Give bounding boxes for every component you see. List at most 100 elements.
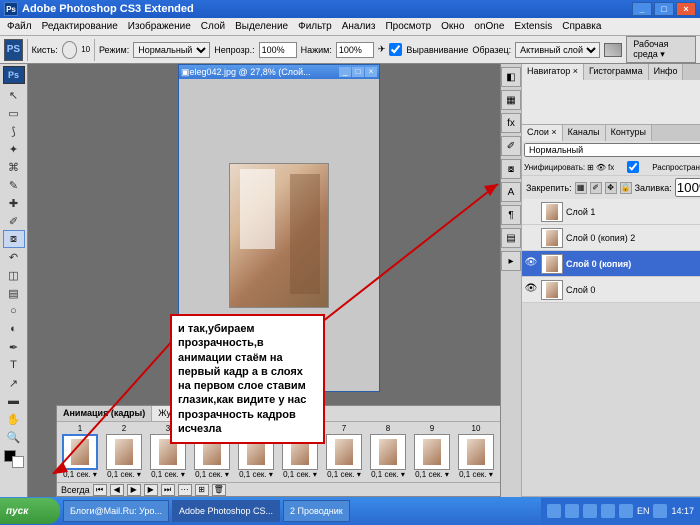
lasso-tool[interactable]: ⟆ bbox=[3, 122, 25, 140]
menu-window[interactable]: Окно bbox=[436, 19, 469, 34]
layer-blend-select[interactable]: Нормальный bbox=[524, 143, 700, 157]
dodge-tool[interactable]: ◐ bbox=[3, 320, 25, 338]
visibility-toggle[interactable] bbox=[524, 205, 538, 219]
pen-tool[interactable]: ✒ bbox=[3, 338, 25, 356]
marquee-tool[interactable]: ▭ bbox=[3, 104, 25, 122]
clone-source-icon[interactable]: ⧇ bbox=[501, 159, 521, 179]
eyedropper-tool[interactable]: ✎ bbox=[3, 176, 25, 194]
maximize-button[interactable]: □ bbox=[654, 2, 674, 16]
styles-panel-icon[interactable]: fx bbox=[501, 113, 521, 133]
first-frame-button[interactable]: ⏮ bbox=[93, 484, 107, 496]
new-frame-button[interactable]: ⊞ bbox=[195, 484, 209, 496]
next-frame-button[interactable]: ▶ bbox=[144, 484, 158, 496]
lock-all-icon[interactable]: 🔒 bbox=[620, 182, 632, 194]
airbrush-icon[interactable]: ✈ bbox=[378, 44, 386, 55]
wand-tool[interactable]: ✦ bbox=[3, 140, 25, 158]
workspace-button[interactable]: Рабочая среда ▾ bbox=[626, 36, 696, 63]
menu-file[interactable]: Файл bbox=[2, 19, 37, 34]
stamp-tool[interactable]: ⧇ bbox=[3, 230, 25, 248]
eraser-tool[interactable]: ◫ bbox=[3, 266, 25, 284]
paragraph-panel-icon[interactable]: ¶ bbox=[501, 205, 521, 225]
menu-image[interactable]: Изображение bbox=[123, 19, 196, 34]
tray-icon[interactable] bbox=[547, 504, 561, 518]
tab-layers[interactable]: Слои × bbox=[522, 125, 563, 141]
language-indicator[interactable]: EN bbox=[637, 506, 650, 516]
tray-icon[interactable] bbox=[601, 504, 615, 518]
animation-frame[interactable]: 70,1 сек. ▾ bbox=[323, 424, 365, 480]
menu-select[interactable]: Выделение bbox=[230, 19, 293, 34]
tray-icon[interactable] bbox=[619, 504, 633, 518]
menu-filter[interactable]: Фильтр bbox=[293, 19, 337, 34]
crop-tool[interactable]: ⌘ bbox=[3, 158, 25, 176]
layer-row[interactable]: 👁Слой 0 (копия) bbox=[522, 251, 700, 277]
lock-position-icon[interactable]: ✥ bbox=[605, 182, 617, 194]
lock-pixels-icon[interactable]: ✐ bbox=[590, 182, 602, 194]
actions-panel-icon[interactable]: ▸ bbox=[501, 251, 521, 271]
color-panel-icon[interactable]: ◧ bbox=[501, 67, 521, 87]
delete-frame-button[interactable]: 🗑 bbox=[212, 484, 226, 496]
flow-input[interactable] bbox=[336, 42, 374, 58]
play-button[interactable]: ▶ bbox=[127, 484, 141, 496]
minimize-button[interactable]: _ bbox=[632, 2, 652, 16]
propagate-checkbox[interactable] bbox=[616, 161, 650, 173]
clock[interactable]: 14:17 bbox=[671, 506, 694, 516]
doc-maximize-button[interactable]: □ bbox=[352, 67, 364, 77]
loop-select[interactable]: Всегда bbox=[61, 485, 90, 495]
zoom-tool[interactable]: 🔍 bbox=[3, 428, 25, 446]
history-brush-tool[interactable]: ↶ bbox=[3, 248, 25, 266]
menu-edit[interactable]: Редактирование bbox=[37, 19, 123, 34]
visibility-toggle[interactable] bbox=[524, 231, 538, 245]
task-button[interactable]: Блоги@Mail.Ru: Уро... bbox=[63, 500, 169, 522]
tween-button[interactable]: ⋯ bbox=[178, 484, 192, 496]
last-frame-button[interactable]: ⏭ bbox=[161, 484, 175, 496]
menu-view[interactable]: Просмотр bbox=[380, 19, 436, 34]
tab-channels[interactable]: Каналы bbox=[563, 125, 606, 141]
brush-tool[interactable]: ✐ bbox=[3, 212, 25, 230]
fill-input[interactable] bbox=[675, 178, 700, 197]
layer-row[interactable]: Слой 0 (копия) 2 bbox=[522, 225, 700, 251]
gradient-tool[interactable]: ▤ bbox=[3, 284, 25, 302]
unify-visibility-icon[interactable]: 👁 bbox=[596, 163, 606, 172]
doc-minimize-button[interactable]: _ bbox=[339, 67, 351, 77]
layer-row[interactable]: 👁Слой 0 bbox=[522, 277, 700, 303]
sample-select[interactable]: Активный слой bbox=[515, 42, 600, 58]
close-button[interactable]: × bbox=[676, 2, 696, 16]
animation-frame[interactable]: 100,1 сек. ▾ bbox=[455, 424, 497, 480]
menu-analysis[interactable]: Анализ bbox=[337, 19, 381, 34]
unify-style-icon[interactable]: fx bbox=[608, 163, 614, 172]
hand-tool[interactable]: ✋ bbox=[3, 410, 25, 428]
system-tray[interactable]: EN 14:17 bbox=[541, 498, 700, 524]
menu-onone[interactable]: onOne bbox=[469, 19, 509, 34]
tab-info[interactable]: Инфо bbox=[649, 64, 684, 80]
blur-tool[interactable]: ○ bbox=[3, 302, 25, 320]
tab-navigator[interactable]: Навигатор × bbox=[522, 64, 584, 80]
document-titlebar[interactable]: ▣ eleg042.jpg @ 27,8% (Слой... _ □ × bbox=[179, 65, 379, 79]
animation-frame[interactable]: 80,1 сек. ▾ bbox=[367, 424, 409, 480]
tray-icon[interactable] bbox=[565, 504, 579, 518]
task-button[interactable]: 2 Проводник bbox=[283, 500, 350, 522]
swatch-icon[interactable] bbox=[604, 43, 622, 57]
opacity-input[interactable] bbox=[259, 42, 297, 58]
visibility-toggle[interactable]: 👁 bbox=[524, 283, 538, 297]
shape-tool[interactable]: ▬ bbox=[3, 392, 25, 410]
brushes-panel-icon[interactable]: ✐ bbox=[501, 136, 521, 156]
menu-help[interactable]: Справка bbox=[557, 19, 606, 34]
aligned-checkbox[interactable] bbox=[389, 43, 402, 56]
tray-icon[interactable] bbox=[583, 504, 597, 518]
tab-histogram[interactable]: Гистограмма bbox=[584, 64, 649, 80]
layer-comps-icon[interactable]: ▤ bbox=[501, 228, 521, 248]
color-swatch[interactable] bbox=[4, 450, 24, 468]
start-button[interactable]: пуск bbox=[0, 498, 60, 524]
tab-paths[interactable]: Контуры bbox=[606, 125, 652, 141]
path-tool[interactable]: ↗ bbox=[3, 374, 25, 392]
move-tool[interactable]: ↖ bbox=[3, 86, 25, 104]
heal-tool[interactable]: ✚ bbox=[3, 194, 25, 212]
lock-transparency-icon[interactable]: ▦ bbox=[575, 182, 587, 194]
unify-position-icon[interactable]: ⊞ bbox=[587, 163, 594, 172]
blend-mode-select[interactable]: Нормальный bbox=[133, 42, 210, 58]
navigator-body[interactable] bbox=[522, 80, 700, 124]
visibility-toggle[interactable]: 👁 bbox=[524, 257, 538, 271]
menu-layer[interactable]: Слой bbox=[196, 19, 230, 34]
tray-icon[interactable] bbox=[653, 504, 667, 518]
character-panel-icon[interactable]: A bbox=[501, 182, 521, 202]
